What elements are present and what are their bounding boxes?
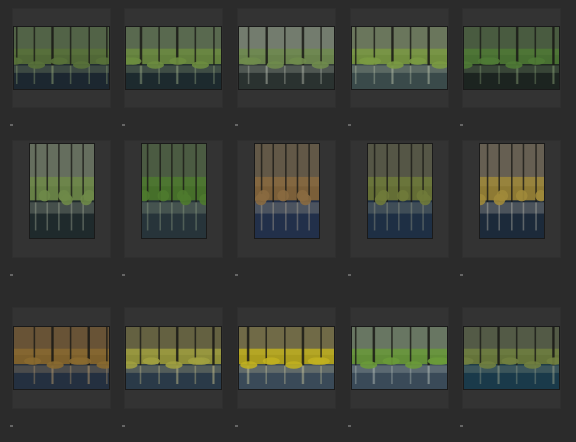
grid-cell[interactable] [12, 8, 111, 108]
grid-cell[interactable] [124, 307, 223, 409]
grid-cell[interactable] [350, 140, 449, 258]
grid-cell[interactable] [350, 8, 449, 108]
caption-marker [122, 425, 125, 427]
caption-marker [348, 425, 351, 427]
photo-thumbnail-4[interactable] [351, 26, 448, 90]
grid-cell[interactable] [237, 307, 336, 409]
photo-thumbnail-12[interactable] [125, 326, 222, 390]
caption-marker [235, 124, 238, 126]
photo-thumbnail-9[interactable] [367, 143, 433, 239]
photo-thumbnail-14[interactable] [351, 326, 448, 390]
grid-cell[interactable] [124, 8, 223, 108]
photo-thumbnail-10[interactable] [479, 143, 545, 239]
photo-thumbnail-7[interactable] [141, 143, 207, 239]
caption-marker [122, 124, 125, 126]
photo-thumbnail-2[interactable] [125, 26, 222, 90]
photo-thumbnail-8[interactable] [254, 143, 320, 239]
caption-marker [10, 124, 13, 126]
photo-thumbnail-5[interactable] [463, 26, 560, 90]
grid-cell[interactable] [462, 8, 561, 108]
caption-marker [348, 124, 351, 126]
caption-marker [235, 274, 238, 276]
photo-thumbnail-13[interactable] [238, 326, 335, 390]
photo-thumbnail-3[interactable] [238, 26, 335, 90]
photo-thumbnail-1[interactable] [13, 26, 110, 90]
caption-marker [10, 274, 13, 276]
grid-cell[interactable] [462, 307, 561, 409]
thumbnail-grid [0, 0, 576, 442]
caption-marker [235, 425, 238, 427]
grid-cell[interactable] [12, 307, 111, 409]
grid-cell[interactable] [237, 140, 336, 258]
photo-thumbnail-15[interactable] [463, 326, 560, 390]
caption-marker [122, 274, 125, 276]
grid-cell[interactable] [350, 307, 449, 409]
caption-marker [460, 425, 463, 427]
photo-thumbnail-11[interactable] [13, 326, 110, 390]
grid-cell[interactable] [237, 8, 336, 108]
grid-cell[interactable] [462, 140, 561, 258]
grid-cell[interactable] [124, 140, 223, 258]
grid-cell[interactable] [12, 140, 111, 258]
caption-marker [460, 124, 463, 126]
caption-marker [10, 425, 13, 427]
caption-marker [460, 274, 463, 276]
caption-marker [348, 274, 351, 276]
photo-thumbnail-6[interactable] [29, 143, 95, 239]
